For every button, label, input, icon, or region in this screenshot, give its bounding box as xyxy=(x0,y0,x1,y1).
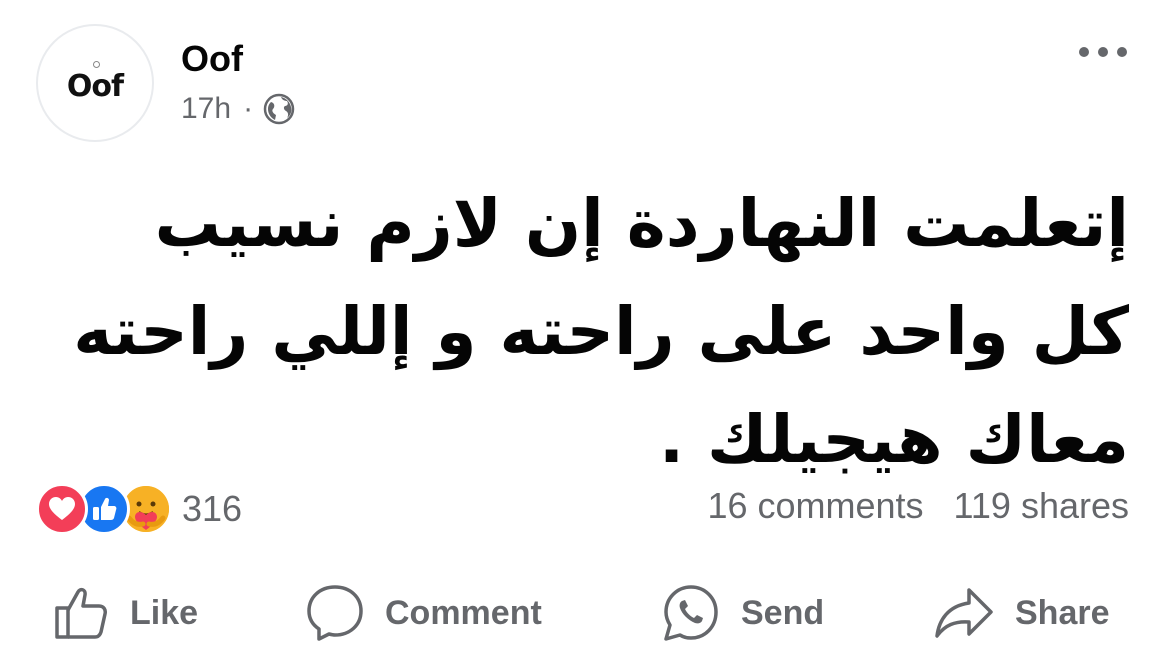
more-options-button[interactable] xyxy=(1079,40,1127,64)
post-card: Oof Oof 17h · إتعلمت النهاردة إن لازم نس… xyxy=(0,0,1169,661)
shares-count[interactable]: 119 shares xyxy=(954,485,1129,527)
share-label: Share xyxy=(1015,593,1110,632)
comment-label: Comment xyxy=(385,593,542,632)
page-name[interactable]: Oof xyxy=(181,38,243,80)
avatar-ring-mark xyxy=(93,61,100,68)
comment-button[interactable]: Comment xyxy=(305,580,542,646)
send-button[interactable]: Send xyxy=(661,580,824,646)
share-arrow-icon xyxy=(935,588,993,638)
meta-separator: · xyxy=(243,92,254,125)
like-button[interactable]: Like xyxy=(52,580,198,646)
love-icon xyxy=(36,483,88,535)
page-avatar[interactable]: Oof xyxy=(36,24,154,142)
send-label: Send xyxy=(741,593,825,632)
post-meta: 17h · xyxy=(181,92,295,126)
post-timestamp[interactable]: 17h xyxy=(181,92,231,126)
thumbs-up-icon xyxy=(55,587,107,639)
engagement-counts: 16 comments 119 shares xyxy=(707,485,1129,527)
share-button[interactable]: Share xyxy=(933,580,1110,646)
whatsapp-icon xyxy=(664,585,718,641)
more-dot xyxy=(1098,47,1108,57)
comment-bubble-icon xyxy=(307,585,363,641)
comments-count[interactable]: 16 comments xyxy=(707,485,923,527)
post-text: إتعلمت النهاردة إن لازم نسيب كل واحد على… xyxy=(50,185,1129,478)
avatar-logo: Oof xyxy=(66,68,124,104)
like-label: Like xyxy=(130,593,199,632)
more-dot xyxy=(1117,47,1127,57)
action-bar: Like Comment Send Share xyxy=(0,580,1169,646)
reaction-count: 316 xyxy=(182,488,243,529)
globe-icon xyxy=(263,93,295,125)
reactions-summary[interactable]: 316 xyxy=(36,483,243,535)
more-dot xyxy=(1079,47,1089,57)
